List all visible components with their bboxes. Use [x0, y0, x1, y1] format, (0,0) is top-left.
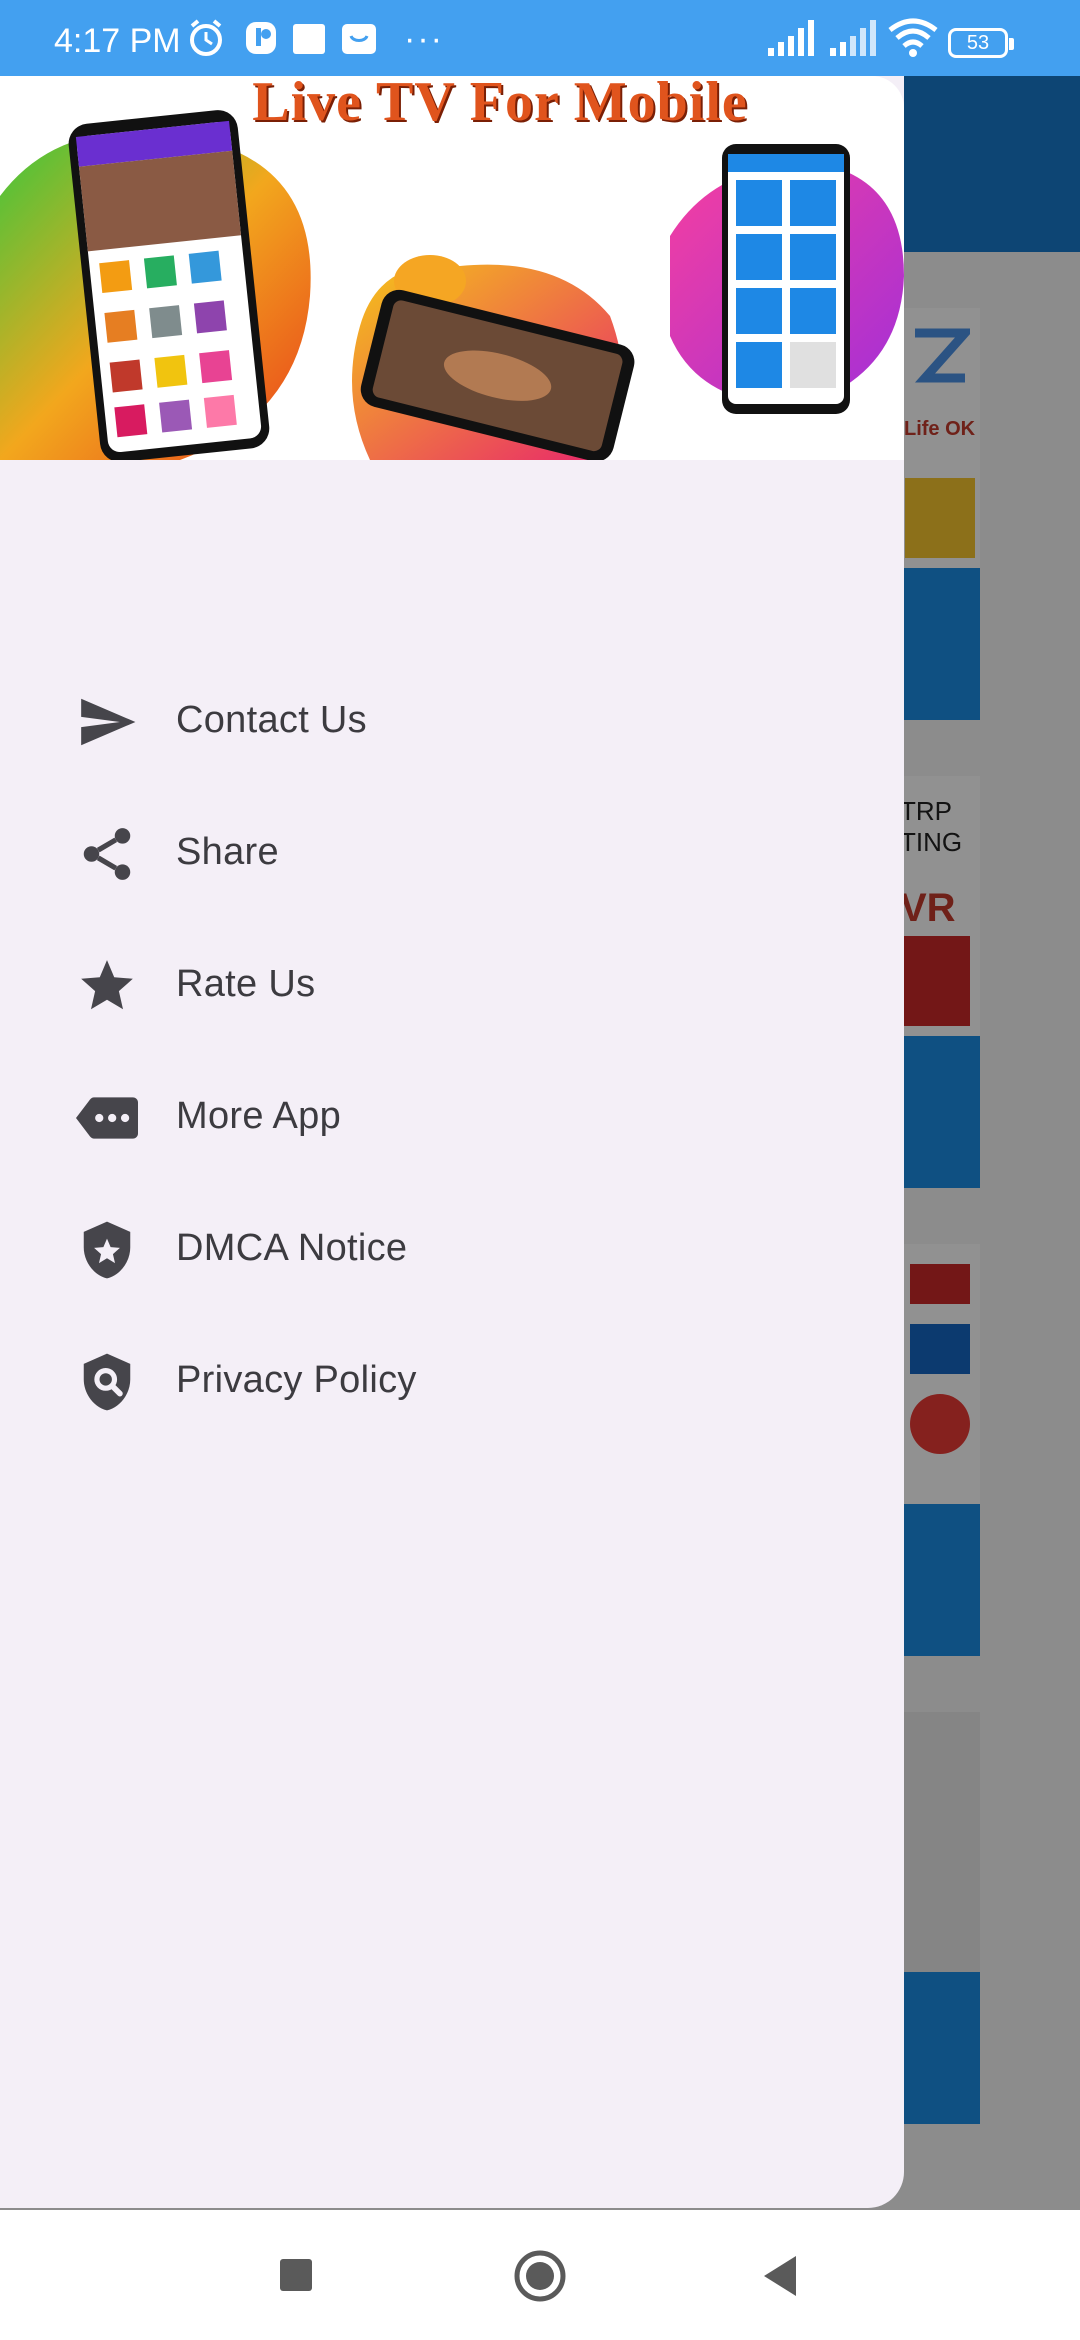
navigation-drawer: Live TV For Mobile Contact Us Share Rate… [0, 76, 904, 2208]
signal-icon-sim2 [830, 20, 876, 56]
shield-search-icon [83, 1353, 131, 1411]
system-navigation-bar [0, 2210, 1080, 2340]
alarm-icon [190, 19, 222, 56]
square-notification-icon [293, 24, 325, 54]
wifi-icon [888, 18, 938, 57]
status-bar: 4:17 PM ··· 53 [0, 0, 1080, 76]
send-icon [81, 698, 136, 746]
signal-icon-sim1 [768, 20, 814, 56]
more-apps-icon [76, 1097, 138, 1139]
menu-item-label: More App [176, 1095, 342, 1137]
recent-apps-icon[interactable] [278, 2248, 314, 2304]
battery-level: 53 [966, 32, 990, 54]
shield-star-icon [83, 1221, 131, 1279]
menu-item-rate-us[interactable]: Rate Us [0, 925, 904, 1045]
menu-item-share[interactable]: Share [0, 793, 904, 913]
more-notifications-icon: ··· [404, 20, 444, 58]
share-icon [83, 828, 131, 880]
back-icon[interactable] [760, 2248, 800, 2304]
drawer-header-banner: Live TV For Mobile [0, 76, 904, 460]
shopping-bag-icon [342, 24, 376, 54]
menu-item-label: DMCA Notice [176, 1227, 408, 1269]
menu-item-dmca-notice[interactable]: DMCA Notice [0, 1189, 904, 1309]
menu-item-label: Privacy Policy [176, 1359, 417, 1401]
star-icon [81, 960, 133, 1010]
battery-icon: 53 [948, 28, 1014, 58]
app-notification-icon [246, 22, 276, 54]
menu-item-label: Contact Us [176, 699, 367, 741]
menu-item-label: Rate Us [176, 963, 316, 1005]
menu-item-contact-us[interactable]: Contact Us [0, 661, 904, 781]
menu-item-more-app[interactable]: More App [0, 1057, 904, 1177]
home-icon[interactable] [512, 2248, 568, 2304]
menu-item-privacy-policy[interactable]: Privacy Policy [0, 1321, 904, 1441]
banner-title: Live TV For Mobile [252, 76, 748, 133]
menu-item-label: Share [176, 831, 279, 873]
status-time: 4:17 PM [54, 22, 181, 60]
